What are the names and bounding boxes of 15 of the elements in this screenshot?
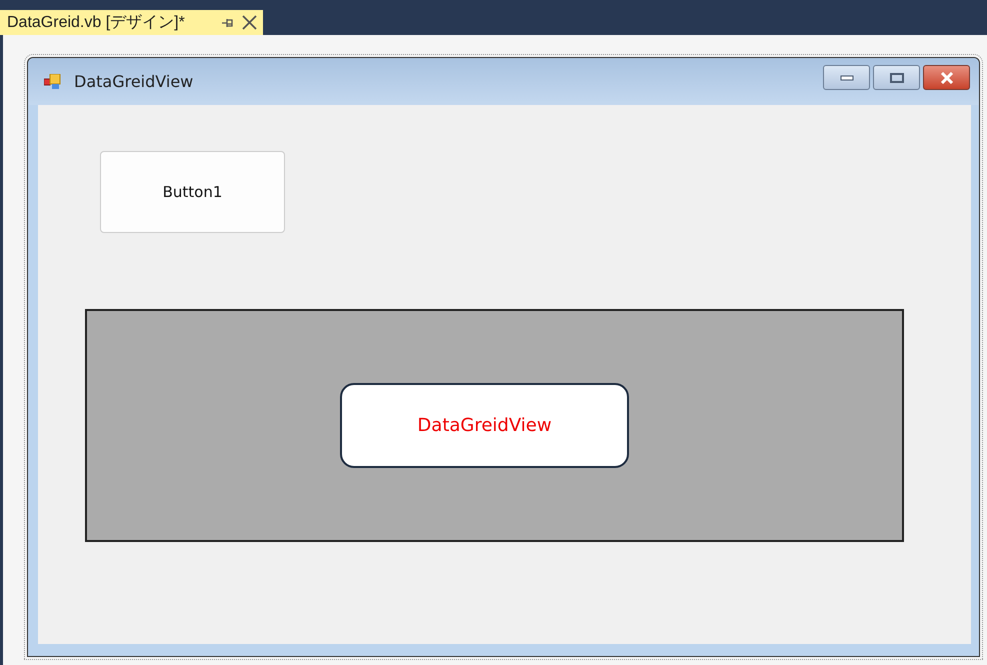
data-grid-view[interactable]: DataGreidView xyxy=(85,309,904,542)
tab-title: DataGreid.vb [デザイン]* xyxy=(7,13,186,33)
minimize-icon xyxy=(840,74,854,80)
maximize-icon xyxy=(890,72,904,82)
minimize-button[interactable] xyxy=(823,65,870,90)
form-icon xyxy=(44,74,62,90)
close-icon[interactable] xyxy=(242,15,257,30)
close-icon xyxy=(938,72,954,84)
form-title: DataGreidView xyxy=(74,72,194,91)
maximize-button[interactable] xyxy=(873,65,920,90)
document-tab[interactable]: DataGreid.vb [デザイン]* xyxy=(0,10,263,35)
callout-label: DataGreidView xyxy=(340,383,629,468)
close-button[interactable] xyxy=(923,65,970,90)
pin-icon[interactable] xyxy=(222,18,234,28)
form-button[interactable]: Button1 xyxy=(100,151,285,233)
